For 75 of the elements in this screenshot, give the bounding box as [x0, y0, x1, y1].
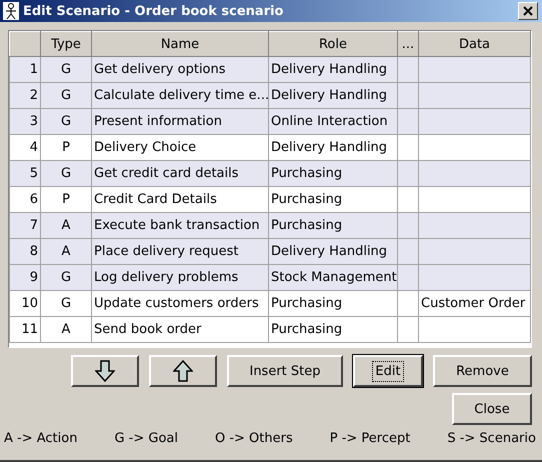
- row-number: 4: [30, 140, 38, 155]
- row-number: 1: [30, 62, 38, 77]
- table-row[interactable]: 2 G Calculate delivery time e...Delivery Handling: [10, 82, 530, 108]
- move-down-button[interactable]: [71, 355, 139, 387]
- action-button[interactable]: Remove: [433, 355, 532, 387]
- table-cell: Purchasing: [271, 192, 342, 207]
- legend-text: P -> Percept: [330, 431, 410, 446]
- action-button[interactable]: Edit: [353, 355, 423, 387]
- table-row[interactable]: 1 G Get delivery options Delivery Handling: [10, 56, 530, 82]
- table-cell: G: [60, 296, 72, 311]
- table-cell: Credit Card Details: [94, 192, 217, 207]
- table-cell: Get delivery options: [94, 62, 226, 77]
- table-cell: G: [60, 166, 72, 181]
- table-cell: Delivery Handling: [271, 244, 388, 259]
- legend-text: S -> Scenario: [447, 431, 536, 446]
- table-cell: G: [60, 114, 72, 129]
- table-cell: A: [62, 218, 70, 233]
- legend-text: A -> Action: [4, 431, 78, 446]
- table-row[interactable]: 7 A Execute bank transaction Purchasing: [10, 212, 530, 238]
- row-number: 10: [21, 296, 38, 311]
- window-title: Edit Scenario - Order book scenario: [23, 4, 284, 18]
- row-number: 7: [30, 218, 38, 233]
- table-cell: Delivery Handling: [271, 140, 388, 155]
- row-number: 3: [30, 114, 38, 129]
- table-cell: Delivery Handling: [271, 88, 388, 103]
- table-cell: Log delivery problems: [94, 270, 238, 285]
- table-cell: A: [62, 322, 70, 337]
- table-cell: Purchasing: [271, 296, 342, 311]
- table-row[interactable]: 11 A Send book order Purchasing: [10, 316, 530, 342]
- close-button[interactable]: Close: [452, 393, 532, 425]
- column-header[interactable]: Name: [92, 32, 268, 56]
- table-cell: P: [62, 192, 70, 207]
- table-cell: Delivery Handling: [271, 62, 388, 77]
- table-cell: G: [60, 270, 72, 285]
- column-header[interactable]: ...: [398, 32, 418, 56]
- stick-figure-icon: [3, 2, 19, 20]
- table-cell: Purchasing: [271, 218, 342, 233]
- table-cell: Delivery Choice: [94, 140, 196, 155]
- column-header[interactable]: Role: [268, 32, 398, 56]
- table-cell: Send book order: [94, 322, 202, 337]
- table-cell: Customer Order: [421, 296, 526, 311]
- table-cell: Purchasing: [271, 166, 342, 181]
- table-cell: Stock Management: [271, 270, 396, 285]
- row-number: 9: [30, 270, 38, 285]
- move-up-button[interactable]: [149, 355, 217, 387]
- table-cell: P: [62, 140, 70, 155]
- table-row[interactable]: 5 G Get credit card details Purchasing: [10, 160, 530, 186]
- table-cell: Get credit card details: [94, 166, 239, 181]
- table-row[interactable]: 3 G Present information Online Interaction: [10, 108, 530, 134]
- table-cell: A: [62, 244, 70, 259]
- row-number: 11: [21, 322, 38, 337]
- table-cell: Online Interaction: [271, 114, 388, 129]
- up-arrow-icon: [173, 360, 193, 382]
- column-header[interactable]: Data: [418, 32, 530, 56]
- legend-text: G -> Goal: [114, 431, 178, 446]
- table-cell: Present information: [94, 114, 222, 129]
- column-header[interactable]: Type: [40, 32, 92, 56]
- row-number: 8: [30, 244, 38, 259]
- table-cell: Update customers orders: [94, 296, 259, 311]
- table-row[interactable]: 9 G Log delivery problems Stock Management: [10, 264, 530, 290]
- row-number: 5: [30, 166, 38, 181]
- row-number: 2: [30, 88, 38, 103]
- table-cell: G: [60, 62, 72, 77]
- legend-text: O -> Others: [214, 431, 293, 446]
- row-number: 6: [30, 192, 38, 207]
- down-arrow-icon: [95, 360, 115, 382]
- table-cell: Calculate delivery time e...: [94, 88, 268, 103]
- table-row[interactable]: 10 G Update customers orders Purchasing Customer Order: [10, 290, 530, 316]
- table-cell: Execute bank transaction: [94, 218, 260, 233]
- close-icon[interactable]: [518, 2, 538, 20]
- table-cell: Place delivery request: [94, 244, 238, 259]
- table-cell: Purchasing: [271, 322, 342, 337]
- action-button[interactable]: Insert Step: [227, 355, 343, 387]
- table-cell: G: [60, 88, 72, 103]
- table-row[interactable]: 8 A Place delivery request Delivery Handling: [10, 238, 530, 264]
